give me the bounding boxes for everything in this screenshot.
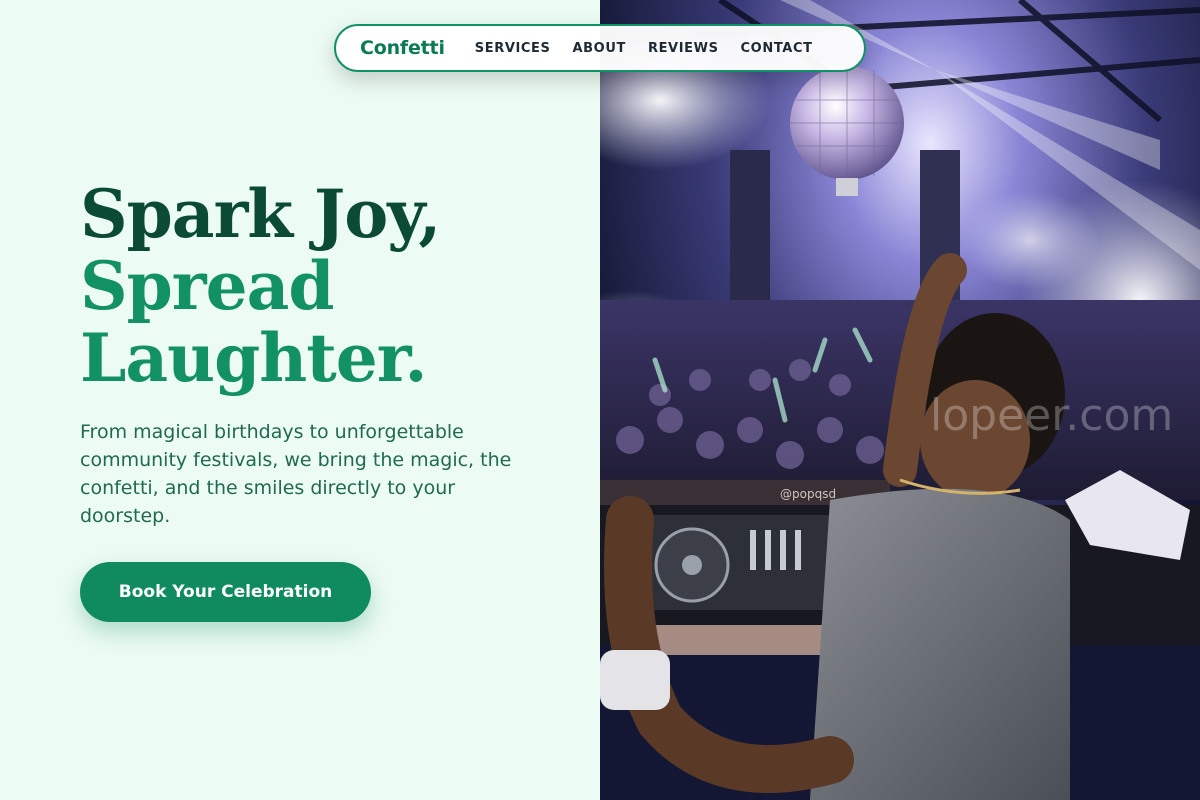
nav-link-about[interactable]: ABOUT [573, 41, 626, 56]
photo-watermark: lopeer.com [930, 390, 1173, 441]
headline-line-1: Spark Joy, [80, 175, 441, 253]
hero-description: From magical birthdays to unforgettable … [80, 421, 512, 527]
hero-headline: Spark Joy, Spread Laughter. [80, 175, 441, 397]
headline-line-2: Spread [80, 247, 335, 325]
hero-section: Spark Joy, Spread Laughter. From magical… [0, 0, 600, 800]
nav-link-contact[interactable]: CONTACT [741, 41, 813, 56]
main-nav: Confetti SERVICES ABOUT REVIEWS CONTACT [334, 24, 866, 72]
dj-crowd-party-photo: lopeer.com @popqsd [600, 0, 1200, 800]
book-celebration-button[interactable]: Book Your Celebration [80, 562, 371, 622]
nav-links: SERVICES ABOUT REVIEWS CONTACT [475, 41, 813, 56]
nav-link-reviews[interactable]: REVIEWS [648, 41, 719, 56]
nav-link-services[interactable]: SERVICES [475, 41, 551, 56]
headline-line-3: Laughter. [80, 319, 427, 397]
booth-banner-text: @popqsd [780, 487, 836, 501]
brand-logo[interactable]: Confetti [360, 37, 445, 59]
hero-photo: lopeer.com @popqsd [600, 0, 1200, 800]
